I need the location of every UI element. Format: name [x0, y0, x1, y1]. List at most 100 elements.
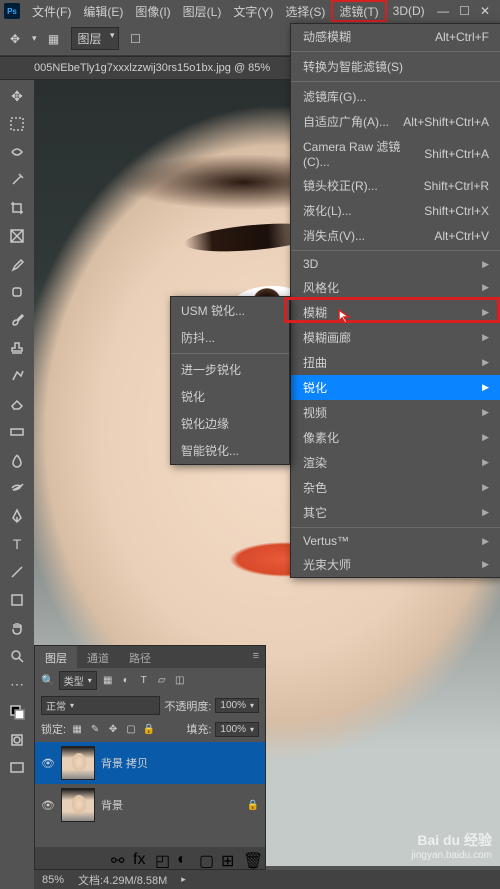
tab-layers[interactable]: 图层	[35, 646, 77, 668]
menu-type[interactable]: 文字(Y)	[227, 0, 279, 22]
type-tool[interactable]: T	[6, 534, 28, 554]
brush-tool[interactable]	[6, 310, 28, 330]
quickmask-tool[interactable]	[6, 730, 28, 750]
layer-thumbnail[interactable]	[61, 788, 95, 822]
menu-select[interactable]: 选择(S)	[279, 0, 331, 22]
visibility-icon[interactable]: 👁	[41, 799, 55, 812]
layer-row[interactable]: 👁 背景 🔒	[35, 784, 265, 826]
lock-nest-icon[interactable]: ▢	[124, 722, 138, 736]
filter-blur[interactable]: 模糊▶	[291, 300, 500, 325]
group-icon[interactable]: ▢	[199, 851, 213, 865]
panel-menu-icon[interactable]: ≡	[247, 646, 265, 668]
color-swatch[interactable]	[6, 702, 28, 722]
eraser-tool[interactable]	[6, 394, 28, 414]
pen-tool[interactable]	[6, 506, 28, 526]
history-tool[interactable]	[6, 366, 28, 386]
layer-thumbnail[interactable]	[61, 746, 95, 780]
menu-image[interactable]: 图像(I)	[129, 0, 176, 22]
submenu-smart[interactable]: 智能锐化...	[171, 437, 289, 464]
menu-3d[interactable]: 3D(D)	[387, 0, 431, 22]
kind-select[interactable]: 类型	[59, 671, 97, 690]
lasso-tool[interactable]	[6, 142, 28, 162]
window-close[interactable]: ✕	[480, 4, 490, 18]
filter-beam[interactable]: 光束大师▶	[291, 552, 500, 577]
filter-sharpen[interactable]: 锐化▶	[291, 375, 500, 400]
eyedropper-tool[interactable]	[6, 254, 28, 274]
marquee-tool[interactable]	[6, 114, 28, 134]
visibility-icon[interactable]: 👁	[41, 757, 55, 770]
link-icon[interactable]: ⚯	[111, 851, 125, 865]
menu-file[interactable]: 文件(F)	[26, 0, 77, 22]
filter-blurgallery[interactable]: 模糊画廊▶	[291, 325, 500, 350]
submenu-shake[interactable]: 防抖...	[171, 324, 289, 351]
lock-trans-icon[interactable]: ▦	[70, 722, 84, 736]
hand-tool[interactable]	[6, 618, 28, 638]
filter-other[interactable]: 其它▶	[291, 500, 500, 525]
layer-select[interactable]: 图层	[71, 27, 119, 50]
new-icon[interactable]: ⊞	[221, 851, 235, 865]
heal-tool[interactable]	[6, 282, 28, 302]
doc-size[interactable]: 文档:4.29M/8.58M	[78, 872, 167, 888]
filter-smart-icon[interactable]: ◫	[173, 674, 187, 688]
crop-tool[interactable]	[6, 198, 28, 218]
filter-smart[interactable]: 转换为智能滤镜(S)	[291, 54, 500, 79]
blend-mode-select[interactable]: 正常	[41, 696, 160, 715]
filter-cameraraw[interactable]: Camera Raw 滤镜(C)...Shift+Ctrl+A	[291, 134, 500, 173]
menu-layer[interactable]: 图层(L)	[177, 0, 228, 22]
shape-tool[interactable]	[6, 590, 28, 610]
opt-checkbox[interactable]: ☐	[127, 30, 145, 48]
menu-edit[interactable]: 编辑(E)	[77, 0, 129, 22]
zoom-tool[interactable]	[6, 646, 28, 666]
opacity-value[interactable]: 100%	[215, 698, 259, 713]
blur-tool[interactable]	[6, 450, 28, 470]
submenu-usm[interactable]: USM 锐化...	[171, 297, 289, 324]
tab-channels[interactable]: 通道	[77, 646, 119, 668]
move-tool[interactable]: ✥	[6, 86, 28, 106]
filter-shape-icon[interactable]: ▱	[155, 674, 169, 688]
align-icon[interactable]: ▦	[45, 30, 63, 48]
mask-icon[interactable]: ◰	[155, 851, 169, 865]
adjust-icon[interactable]: ◐	[177, 851, 191, 865]
filter-pixel-icon[interactable]: ▦	[101, 674, 115, 688]
lock-all-icon[interactable]: 🔒	[142, 722, 156, 736]
tab-paths[interactable]: 路径	[119, 646, 161, 668]
layer-row[interactable]: 👁 背景 拷贝	[35, 742, 265, 784]
lock-paint-icon[interactable]: ✎	[88, 722, 102, 736]
filter-adjust-icon[interactable]: ◐	[119, 674, 133, 688]
submenu-sharpen[interactable]: 锐化	[171, 383, 289, 410]
fx-icon[interactable]: fx	[133, 851, 147, 865]
filter-distort[interactable]: 扭曲▶	[291, 350, 500, 375]
layer-name[interactable]: 背景 拷贝	[101, 755, 148, 771]
window-max[interactable]: ☐	[459, 4, 470, 18]
dodge-tool[interactable]	[6, 478, 28, 498]
filter-vanish[interactable]: 消失点(V)...Alt+Ctrl+V	[291, 223, 500, 248]
window-min[interactable]: —	[437, 4, 449, 18]
submenu-more[interactable]: 进一步锐化	[171, 356, 289, 383]
submenu-edges[interactable]: 锐化边缘	[171, 410, 289, 437]
path-tool[interactable]	[6, 562, 28, 582]
filter-gallery[interactable]: 滤镜库(G)...	[291, 84, 500, 109]
wand-tool[interactable]	[6, 170, 28, 190]
filter-last[interactable]: 动感模糊Alt+Ctrl+F	[291, 24, 500, 49]
filter-render[interactable]: 渲染▶	[291, 450, 500, 475]
filter-stylize[interactable]: 风格化▶	[291, 275, 500, 300]
filter-adaptive[interactable]: 自适应广角(A)...Alt+Shift+Ctrl+A	[291, 109, 500, 134]
filter-pixelate[interactable]: 像素化▶	[291, 425, 500, 450]
fill-value[interactable]: 100%	[215, 722, 259, 737]
trash-icon[interactable]: 🗑	[243, 851, 257, 865]
filter-video[interactable]: 视频▶	[291, 400, 500, 425]
frame-tool[interactable]	[6, 226, 28, 246]
edit-toolbar[interactable]: ⋯	[6, 674, 28, 694]
filter-noise[interactable]: 杂色▶	[291, 475, 500, 500]
menu-filter[interactable]: 滤镜(T)	[331, 0, 386, 22]
layer-name[interactable]: 背景	[101, 797, 123, 813]
filter-lens[interactable]: 镜头校正(R)...Shift+Ctrl+R	[291, 173, 500, 198]
filter-liquify[interactable]: 液化(L)...Shift+Ctrl+X	[291, 198, 500, 223]
zoom-value[interactable]: 85%	[42, 874, 64, 886]
filter-type-icon[interactable]: T	[137, 674, 151, 688]
gradient-tool[interactable]	[6, 422, 28, 442]
lock-pos-icon[interactable]: ✥	[106, 722, 120, 736]
stamp-tool[interactable]	[6, 338, 28, 358]
filter-3d[interactable]: 3D▶	[291, 253, 500, 275]
screen-mode[interactable]	[6, 758, 28, 778]
